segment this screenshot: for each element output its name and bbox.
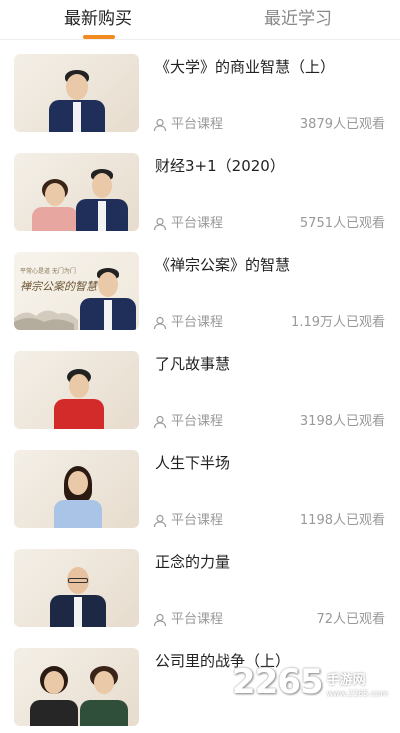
lecturer-figure [49,70,105,132]
course-thumbnail [14,450,139,528]
course-thumbnail [14,648,139,726]
list-item[interactable]: 正念的力量 平台课程 72人已观看 [0,535,400,634]
view-count: 1.19万人已观看 [291,315,385,330]
course-thumbnail [14,549,139,627]
course-thumbnail [14,54,139,132]
calligraphy-small-text: 平常心是道 无门为门 [20,268,76,275]
course-thumbnail [14,351,139,429]
watermark-site-name: 手游网 [326,673,366,688]
course-tag: 平台课程 [171,612,224,627]
user-icon [153,316,167,330]
site-watermark: 2265 手游网 www.2265.com [232,661,388,701]
view-count: 3198人已观看 [299,414,385,429]
course-meta: 平台课程 5751人已观看 [153,215,385,233]
course-meta: 平台课程 3879人已观看 [153,116,385,134]
course-title: 了凡故事慧 [155,355,231,373]
tab-latest-purchase[interactable]: 最新购买 [38,6,158,32]
lecturer-figure [76,169,128,231]
lecturer-figure [80,268,136,330]
course-title: 财经3+1（2020） [155,157,285,175]
list-item[interactable]: 财经3+1（2020） 平台课程 5751人已观看 [0,139,400,238]
course-title: 正念的力量 [155,553,231,571]
course-meta: 平台课程 3198人已观看 [153,413,385,431]
course-thumbnail [14,153,139,231]
course-tag: 平台课程 [171,414,224,429]
tab-recent-study[interactable]: 最近学习 [238,6,358,32]
course-thumbnail: 平常心是道 无门为门 禅宗公案的智慧 [14,252,139,330]
course-tag: 平台课程 [171,117,224,132]
lecturer-figure [54,369,104,429]
user-icon [153,415,167,429]
lecturer-figure [50,565,106,627]
view-count: 5751人已观看 [299,216,385,231]
user-icon [153,118,167,132]
user-icon [153,217,167,231]
course-title: 《大学》的商业智慧（上） [155,58,336,76]
lecturer-figure [80,666,128,726]
lecturer-figure [54,466,102,528]
user-icon [153,613,167,627]
watermark-number: 2265 [231,662,324,702]
course-meta: 平台课程 1.19万人已观看 [153,314,385,332]
course-meta: 平台课程 72人已观看 [153,611,385,629]
course-title: 人生下半场 [155,454,231,472]
list-item[interactable]: 人生下半场 平台课程 1198人已观看 [0,436,400,535]
tab-bar: 最新购买 最近学习 [0,0,400,40]
list-item[interactable]: 《大学》的商业智慧（上） 平台课程 3879人已观看 [0,40,400,139]
view-count: 3879人已观看 [299,117,385,132]
view-count: 1198人已观看 [299,513,385,528]
list-item[interactable]: 了凡故事慧 平台课程 3198人已观看 [0,337,400,436]
lecturer-figure [30,666,78,726]
lecturer-figure [32,179,78,231]
course-meta: 平台课程 1198人已观看 [153,512,385,530]
watermark-site: 手游网 www.2265.com [327,673,388,699]
course-tag: 平台课程 [171,315,224,330]
active-tab-indicator [83,35,115,39]
course-title: 《禅宗公案》的智慧 [155,256,291,274]
view-count: 72人已观看 [316,612,385,627]
course-tag: 平台课程 [171,216,224,231]
watermark-url: www.2265.com [326,689,388,698]
course-tag: 平台课程 [171,513,224,528]
list-item[interactable]: 平常心是道 无门为门 禅宗公案的智慧 《禅宗公案》的智慧 平台课程 1.19万人… [0,238,400,337]
user-icon [153,514,167,528]
